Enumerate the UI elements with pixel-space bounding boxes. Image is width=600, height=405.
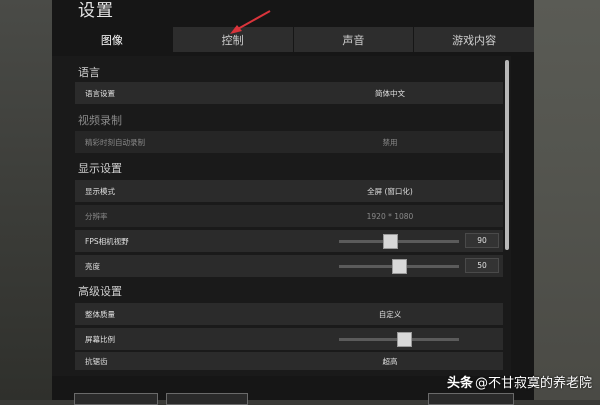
page-title: 设置 <box>78 1 114 21</box>
row-screen-scale: 屏幕比例 <box>75 328 503 350</box>
brightness-slider-handle[interactable] <box>391 259 407 274</box>
overall-quality-value[interactable]: 自定义 <box>335 309 445 320</box>
screen-scale-label: 屏幕比例 <box>85 334 115 344</box>
row-overall-quality[interactable]: 整体质量 自定义 <box>75 303 503 325</box>
tab-sound[interactable]: 声音 <box>292 27 414 52</box>
row-highlight-record[interactable]: 精彩时刻自动录制 禁用 <box>75 131 503 153</box>
screen-scale-slider-handle[interactable] <box>396 332 412 347</box>
brightness-slider[interactable] <box>339 259 459 274</box>
watermark: 头条 @不甘寂寞的养老院 <box>447 372 592 391</box>
highlight-record-value[interactable]: 禁用 <box>335 137 445 148</box>
display-mode-value[interactable]: 全屏 (窗口化) <box>335 186 445 197</box>
scrollbar-thumb[interactable] <box>505 60 509 250</box>
display-mode-label: 显示模式 <box>85 186 115 196</box>
fps-fov-slider-handle[interactable] <box>383 234 399 249</box>
row-display-mode[interactable]: 显示模式 全屏 (窗口化) <box>75 180 503 202</box>
anti-aliasing-label: 抗锯齿 <box>85 356 108 366</box>
brightness-label: 亮度 <box>85 261 100 271</box>
language-setting-value[interactable]: 简体中文 <box>335 88 445 99</box>
section-advanced: 高级设置 <box>78 285 122 298</box>
language-setting-label: 语言设置 <box>85 88 115 98</box>
section-video-record: 视频录制 <box>78 114 122 127</box>
watermark-brand: 头条 <box>446 376 473 391</box>
highlight-record-label: 精彩时刻自动录制 <box>85 137 145 147</box>
fps-fov-value-input[interactable]: 90 <box>465 233 499 248</box>
row-anti-aliasing[interactable]: 抗锯齿 超高 <box>75 352 503 370</box>
resolution-label: 分辨率 <box>85 211 108 221</box>
background-right <box>530 0 600 400</box>
fps-fov-label: FPS相机视野 <box>85 236 129 246</box>
anti-aliasing-value[interactable]: 超高 <box>335 356 445 367</box>
bottom-button-1[interactable] <box>74 393 158 405</box>
fps-fov-slider[interactable] <box>339 234 459 249</box>
overall-quality-label: 整体质量 <box>85 309 115 319</box>
row-resolution[interactable]: 分辨率 1920 * 1080 <box>75 205 503 227</box>
section-display: 显示设置 <box>78 162 122 175</box>
tab-bar: 图像 控制 声音 游戏内容 <box>52 27 534 52</box>
scrollbar[interactable] <box>505 56 511 376</box>
bottom-button-3[interactable] <box>428 393 514 405</box>
bottom-button-2[interactable] <box>166 393 248 405</box>
annotation-arrow-icon <box>230 10 271 34</box>
resolution-value[interactable]: 1920 * 1080 <box>335 212 445 221</box>
row-fps-fov: FPS相机视野 90 <box>75 230 503 252</box>
screen-scale-slider[interactable] <box>339 332 459 347</box>
watermark-handle: @不甘寂寞的养老院 <box>474 376 592 391</box>
brightness-value-input[interactable]: 50 <box>465 258 499 273</box>
row-brightness: 亮度 50 <box>75 255 503 277</box>
tab-gameplay[interactable]: 游戏内容 <box>413 27 534 52</box>
section-language: 语言 <box>78 66 100 79</box>
row-language-setting[interactable]: 语言设置 简体中文 <box>75 82 503 104</box>
background-left <box>0 0 60 400</box>
tab-image[interactable]: 图像 <box>52 27 172 52</box>
